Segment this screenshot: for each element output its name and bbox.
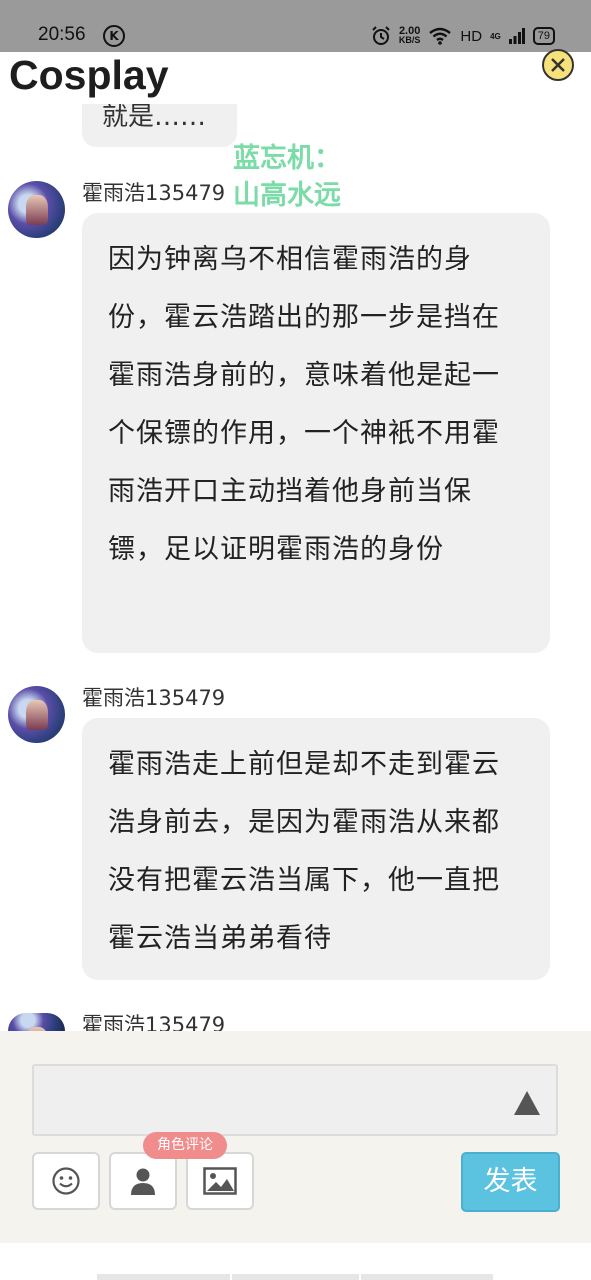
overlay-line-1: 蓝忘机：: [233, 143, 341, 174]
message-bubble-partial: 就是……: [82, 104, 237, 147]
image-button[interactable]: [186, 1152, 254, 1210]
message-bubble: 因为钟离乌不相信霍雨浩的身份，霍云浩踏出的那一步是挡在霍雨浩身前的，意味着他是起…: [82, 213, 550, 653]
role-comment-badge: 角色评论: [143, 1132, 227, 1159]
bottom-divider: [232, 1274, 359, 1280]
avatar[interactable]: [8, 686, 65, 743]
avatar[interactable]: [8, 1013, 65, 1031]
message-text: 就是……: [102, 104, 207, 132]
network-speed: 2.00 KB/S: [398, 26, 421, 45]
signal-icon: [508, 28, 525, 44]
k-icon: K: [103, 25, 125, 47]
page-title: Cosplay: [9, 52, 169, 98]
role-button[interactable]: [109, 1152, 177, 1210]
username[interactable]: 霍雨浩135479: [82, 177, 225, 207]
emoji-button[interactable]: [32, 1152, 100, 1210]
network-type: 4G: [490, 31, 501, 41]
battery-icon: 79: [532, 27, 555, 45]
status-time: 20:56: [38, 24, 86, 45]
wifi-icon: [429, 27, 452, 45]
triangle-up-icon[interactable]: [514, 1091, 540, 1115]
avatar[interactable]: [8, 181, 65, 238]
hd-label: HD: [460, 27, 483, 45]
emoji-icon: [52, 1167, 80, 1195]
username[interactable]: 霍雨浩135479: [82, 1009, 225, 1031]
close-icon: [551, 58, 565, 72]
username[interactable]: 霍雨浩135479: [82, 682, 225, 712]
close-button[interactable]: [542, 49, 574, 81]
speed-unit: KB/S: [398, 35, 421, 45]
overlay-line-2: 山高水远: [233, 180, 341, 211]
status-bar: 20:56 K 2.00 KB/S HD 4G 79: [0, 0, 591, 52]
comment-input[interactable]: [32, 1064, 558, 1136]
person-icon: [131, 1168, 155, 1195]
bottom-divider: [361, 1274, 493, 1280]
image-icon: [203, 1167, 237, 1195]
overlay-caption: 蓝忘机： 山高水远: [233, 140, 341, 214]
alarm-icon: [372, 26, 390, 45]
post-button[interactable]: 发表: [461, 1152, 560, 1212]
message-bubble: 霍雨浩走上前但是却不走到霍云浩身前去，是因为霍雨浩从来都没有把霍云浩当属下，他一…: [82, 718, 550, 980]
status-indicators: 2.00 KB/S HD 4G 79: [371, 24, 555, 48]
bottom-divider: [97, 1274, 230, 1280]
